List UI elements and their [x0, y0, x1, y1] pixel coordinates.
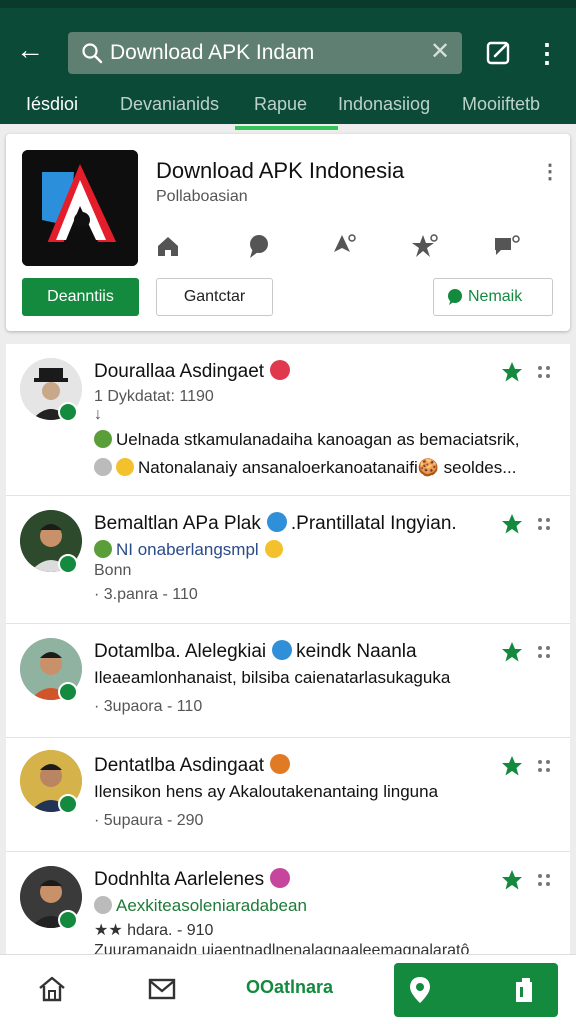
building-icon[interactable] — [508, 974, 540, 1006]
emoji-icon — [116, 458, 134, 476]
emoji-icon — [94, 540, 112, 558]
drag-handle-icon[interactable] — [536, 758, 552, 774]
edit-icon[interactable] — [486, 40, 512, 66]
tab-2[interactable]: Rapue — [254, 94, 307, 115]
drag-handle-icon[interactable] — [536, 364, 552, 380]
emoji-icon — [94, 896, 112, 914]
list-item[interactable]: Dotamlba. Alelegkiai keindk Naanla Ileaea… — [6, 624, 570, 738]
item-name: Dodnhlta Aarlelenes — [94, 868, 291, 891]
verified-icon — [266, 512, 287, 532]
message-button-label: Nemaik — [468, 288, 523, 305]
item-meta: ★★ hdara. - 910 — [94, 922, 214, 939]
verified-icon — [270, 360, 291, 380]
list-item[interactable]: Bemaltlan APa Plak .Prantillatal Ingyian.… — [6, 496, 570, 624]
download-button[interactable]: Deanntiis — [22, 278, 139, 316]
message-icon — [448, 289, 462, 305]
item-meta: · 3upaora - 110 — [94, 698, 203, 715]
item-meta: · 3.panra - 110 — [94, 586, 198, 603]
star-icon[interactable] — [500, 754, 524, 778]
item-name: Dentatlba Asdingaat — [94, 754, 291, 777]
review-list: Dourallaa Asdingaet 1 Dykdatat: 1190 ↓ U… — [6, 344, 570, 954]
item-name: Dotamlba. Alelegkiai keindk Naanla — [94, 640, 417, 662]
item-text: Ileaeamlonhanaist, bilsiba caienatarlasu… — [94, 668, 451, 687]
online-badge — [58, 402, 78, 422]
drag-handle-icon[interactable] — [536, 644, 552, 660]
item-name: Bemaltlan APa Plak .Prantillatal Ingyian. — [94, 512, 457, 534]
app-logo[interactable] — [22, 150, 138, 266]
emoji-icon — [94, 430, 112, 448]
star-icon[interactable] — [500, 640, 524, 664]
mail-icon[interactable] — [146, 973, 178, 1005]
clear-icon[interactable]: ✕ — [428, 40, 452, 64]
online-badge — [58, 682, 78, 702]
comment-icon[interactable] — [244, 232, 272, 260]
app-title: Download APK Indonesia — [156, 158, 405, 183]
search-box[interactable]: ✕ — [68, 32, 462, 74]
emoji-icon — [94, 458, 112, 476]
tab-0[interactable]: Iésdioi — [26, 94, 78, 115]
chat-icon[interactable] — [492, 232, 520, 260]
item-name: Dourallaa Asdingaet — [94, 360, 291, 383]
drag-handle-icon[interactable] — [536, 516, 552, 532]
item-text-2: Natonalanaiy ansanaloerkanoatanaifi🍪 seo… — [94, 458, 516, 478]
item-text: NI onaberlangsmpl — [94, 540, 287, 560]
item-meta-extra: ↓ — [94, 406, 102, 423]
app-logo-graphic — [22, 150, 138, 266]
app-bar: ← ✕ ⋮ Iésdioi Devanianids Rapue Indonasi… — [0, 8, 576, 130]
tab-bar: Iésdioi Devanianids Rapue Indonasiiog Mo… — [0, 84, 576, 130]
search-input[interactable] — [110, 38, 410, 68]
location-icon[interactable] — [404, 974, 436, 1006]
item-meta: · 5upaura - 290 — [94, 812, 204, 829]
online-badge — [58, 910, 78, 930]
online-badge — [58, 554, 78, 574]
item-text-2: Zuuramanaidn uiaentnadlnenalagnaaleemagn… — [94, 942, 470, 954]
emoji-icon — [264, 540, 283, 558]
list-item[interactable]: Dodnhlta Aarlelenes Aexkiteasoleniaradab… — [6, 852, 570, 954]
star-icon[interactable] — [500, 512, 524, 536]
card-more-icon[interactable]: ⋮ — [540, 160, 560, 184]
item-text: Uelnada stkamulanadaiha kanoagan as bema… — [94, 430, 520, 450]
list-item[interactable]: Dourallaa Asdingaet 1 Dykdatat: 1190 ↓ U… — [6, 344, 570, 496]
home-icon[interactable] — [36, 973, 68, 1005]
tab-3[interactable]: Indonasiiog — [338, 94, 430, 115]
verified-icon — [270, 868, 291, 888]
star-add-icon[interactable] — [410, 232, 438, 260]
tab-4[interactable]: Mooiiftetb — [462, 94, 540, 115]
verified-icon — [272, 640, 293, 660]
item-text: Aexkiteasoleniaradabean — [94, 896, 307, 916]
verified-icon — [270, 754, 291, 774]
item-text: Ilensikon hens ay Akaloutakenantaing lin… — [94, 782, 439, 801]
nav-action-bar[interactable] — [394, 963, 558, 1017]
online-badge — [58, 794, 78, 814]
back-arrow-icon[interactable]: ← — [14, 34, 46, 66]
star-icon[interactable] — [500, 868, 524, 892]
rocket-icon[interactable] — [328, 232, 356, 260]
home-icon[interactable] — [154, 232, 182, 260]
app-subtitle: Pollaboasian — [156, 188, 248, 205]
drag-handle-icon[interactable] — [536, 872, 552, 888]
search-icon — [82, 43, 103, 64]
tab-1[interactable]: Devanianids — [120, 94, 219, 115]
more-options-icon[interactable]: ⋮ — [534, 36, 560, 70]
status-bar — [0, 0, 576, 8]
list-item[interactable]: Dentatlba Asdingaat Ilensikon hens ay Ak… — [6, 738, 570, 852]
item-meta-extra: Bonn — [94, 562, 132, 579]
secondary-button[interactable]: Gantctar — [156, 278, 273, 316]
star-icon[interactable] — [500, 360, 524, 384]
item-meta: 1 Dykdatat: 1190 — [94, 388, 214, 405]
app-card: Download APK Indonesia Pollaboasian ⋮ De… — [6, 134, 570, 331]
nav-label[interactable]: OOatlnara — [246, 977, 333, 998]
bottom-nav: OOatlnara — [0, 954, 576, 1024]
tab-indicator — [235, 126, 338, 130]
message-button[interactable]: Nemaik — [433, 278, 553, 316]
